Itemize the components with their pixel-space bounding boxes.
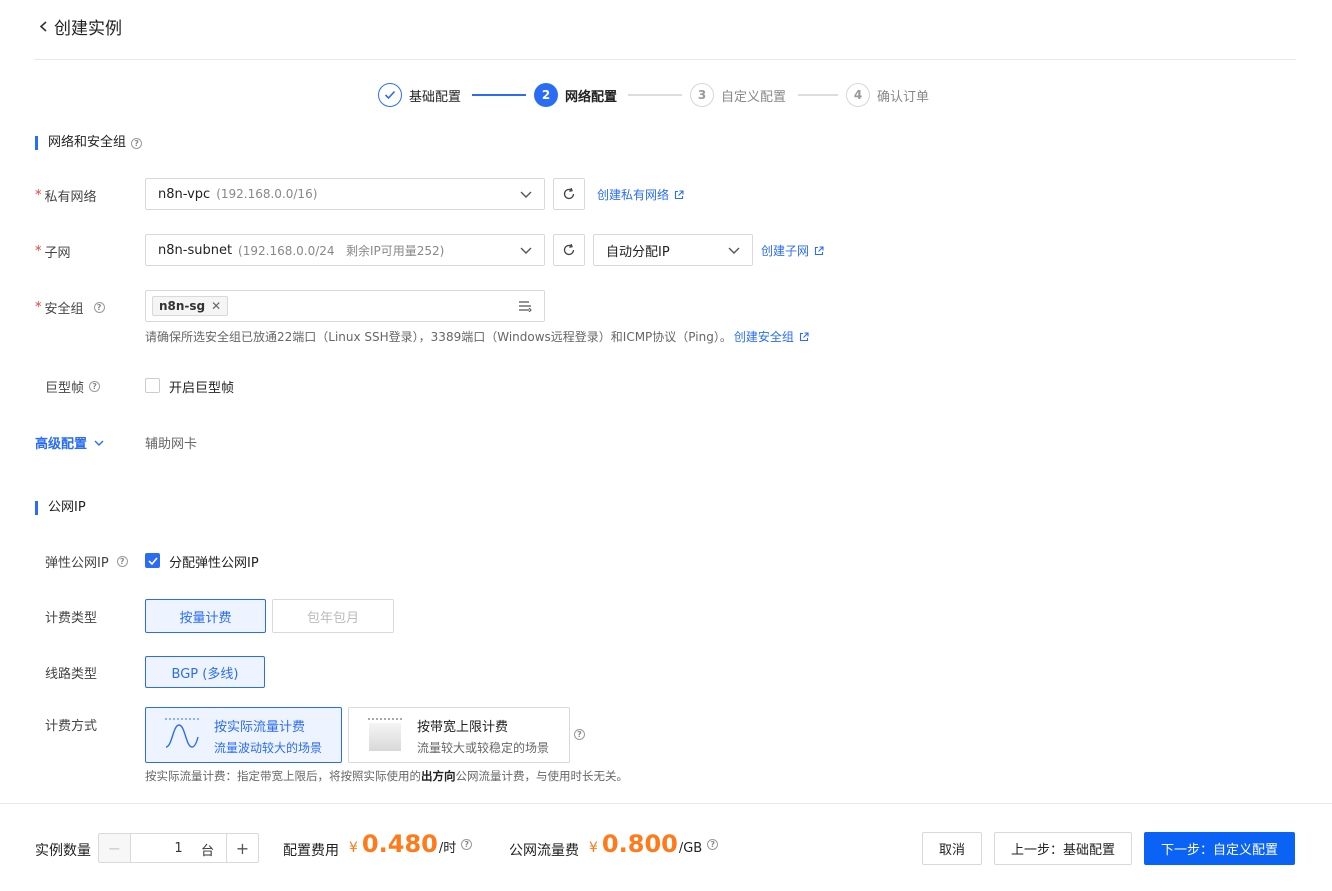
vpc-label: * 私有网络 <box>35 188 97 205</box>
previous-step-button[interactable]: 上一步：基础配置 <box>994 832 1132 865</box>
step-4-circle: 4 <box>846 83 870 107</box>
card-title: 按带宽上限计费 <box>417 720 509 735</box>
decrement-button[interactable]: − <box>99 834 131 862</box>
step-2-label: 网络配置 <box>565 90 618 105</box>
create-subnet-link[interactable]: 创建子网 <box>761 242 824 259</box>
traffic-fee-label: 公网流量费 <box>509 843 579 859</box>
page-title: 创建实例 <box>54 19 122 39</box>
eip-label: 弹性公网IP ? <box>45 552 128 571</box>
card-subtitle: 流量较大或较稳定的场景 <box>417 741 550 755</box>
bandwidth-block-icon <box>368 718 402 751</box>
step-1-check-icon <box>378 83 402 107</box>
ip-mode-select[interactable]: 自动分配IP <box>593 234 753 266</box>
required-mark: * <box>35 244 42 259</box>
step-3-label: 自定义配置 <box>721 90 787 105</box>
quantity-input[interactable]: 1 台 <box>131 834 226 862</box>
public-ip-section-title: 公网IP <box>35 501 86 515</box>
jumbo-frame-checkbox[interactable] <box>145 378 160 393</box>
help-icon[interactable]: ? <box>461 838 473 850</box>
billing-method-label: 计费方式 <box>45 719 98 734</box>
check-icon <box>147 556 158 565</box>
increment-button[interactable]: + <box>226 834 258 862</box>
help-icon[interactable]: ? <box>574 729 585 740</box>
subnet-label: * 子网 <box>35 244 71 261</box>
billing-method-note: 按实际流量计费：指定带宽上限后，将按照实际使用的出方向公网流量计费，与使用时长无… <box>145 769 628 783</box>
chevron-down-icon <box>520 191 532 198</box>
chevron-down-icon <box>520 247 532 254</box>
refresh-subnet-button[interactable] <box>553 234 585 266</box>
page-header: 创建实例 <box>34 0 1296 60</box>
traffic-wave-icon <box>165 718 199 748</box>
chevron-down-icon <box>728 247 740 254</box>
external-link-icon <box>814 245 824 255</box>
billing-type-pay-as-you-go[interactable]: 按量计费 <box>145 599 266 633</box>
card-subtitle: 流量波动较大的场景 <box>214 741 323 755</box>
cancel-button[interactable]: 取消 <box>922 832 982 865</box>
security-group-note: 请确保所选安全组已放通22端口（Linux SSH登录），3389端口（Wind… <box>145 328 809 345</box>
network-section-title: 网络和安全组 ? <box>35 136 143 150</box>
footer-bar: 实例数量 − 1 台 + 配置费用 ¥ 0.480 /时 ? 公网流量费 ¥ 0… <box>0 803 1332 891</box>
advanced-config-toggle[interactable]: 高级配置 <box>35 433 105 452</box>
refresh-icon <box>563 187 575 200</box>
refresh-vpc-button[interactable] <box>553 178 585 210</box>
billing-type-label: 计费类型 <box>45 611 98 626</box>
next-step-button[interactable]: 下一步：自定义配置 <box>1144 832 1295 865</box>
config-fee-price: ¥ 0.480 /时 ? <box>349 830 473 858</box>
help-icon[interactable]: ? <box>93 302 105 313</box>
billing-method-bandwidth-card[interactable]: 按带宽上限计费 流量较大或较稳定的场景 <box>348 707 570 763</box>
billing-method-traffic-card[interactable]: 按实际流量计费 流量波动较大的场景 <box>145 707 342 763</box>
help-icon[interactable]: ? <box>89 381 101 392</box>
security-group-select[interactable]: n8n-sg ✕ <box>145 290 545 322</box>
help-icon[interactable]: ? <box>131 137 143 149</box>
eip-checkbox[interactable] <box>145 553 160 568</box>
step-2-circle: 2 <box>534 83 558 107</box>
step-4-label: 确认订单 <box>877 90 930 105</box>
list-icon[interactable] <box>518 300 532 312</box>
vpc-select[interactable]: n8n-vpc (192.168.0.0/16) <box>145 178 545 210</box>
quantity-label: 实例数量 <box>35 843 91 859</box>
jumbo-frame-checkbox-label: 开启巨型帧 <box>169 381 235 396</box>
billing-type-subscription[interactable]: 包年包月 <box>272 599 394 633</box>
help-icon[interactable]: ? <box>707 838 719 850</box>
card-title: 按实际流量计费 <box>214 720 306 735</box>
create-security-group-link[interactable]: 创建安全组 <box>734 328 809 345</box>
back-arrow-icon[interactable] <box>36 16 52 36</box>
quantity-stepper: − 1 台 + <box>98 833 259 863</box>
chevron-down-icon <box>94 440 104 446</box>
external-link-icon <box>674 189 684 199</box>
step-connector <box>628 94 682 96</box>
traffic-fee-price: ¥ 0.800 /GB ? <box>589 830 719 858</box>
line-type-label: 线路类型 <box>45 667 98 682</box>
create-vpc-link[interactable]: 创建私有网络 <box>597 186 684 203</box>
advanced-config-summary: 辅助网卡 <box>145 437 198 452</box>
step-connector <box>472 94 526 96</box>
security-group-tag: n8n-sg ✕ <box>152 296 229 316</box>
help-icon[interactable]: ? <box>116 556 128 567</box>
jumbo-frame-label: 巨型帧 ? <box>45 377 101 396</box>
step-connector <box>798 94 838 96</box>
config-fee-label: 配置费用 <box>283 843 339 859</box>
eip-checkbox-label: 分配弹性公网IP <box>169 556 259 571</box>
step-3-circle: 3 <box>690 83 714 107</box>
refresh-icon <box>563 243 575 256</box>
external-link-icon <box>799 331 809 341</box>
remove-tag-icon[interactable]: ✕ <box>211 299 221 313</box>
required-mark: * <box>35 300 42 315</box>
subnet-select[interactable]: n8n-subnet (192.168.0.0/24 剩余IP可用量252) <box>145 234 545 266</box>
step-1-label: 基础配置 <box>409 90 462 105</box>
step-indicator: 基础配置 2 网络配置 3 自定义配置 4 确认订单 <box>378 83 938 107</box>
security-group-label: * 安全组 ? <box>35 298 105 317</box>
required-mark: * <box>35 188 42 203</box>
line-type-bgp[interactable]: BGP (多线) <box>145 656 265 688</box>
